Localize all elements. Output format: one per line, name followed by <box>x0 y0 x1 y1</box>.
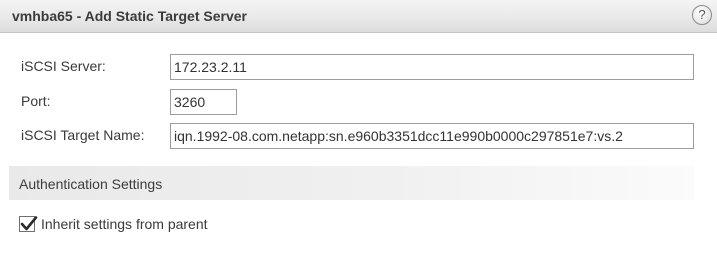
iscsi-server-input[interactable] <box>170 54 694 80</box>
help-glyph: ? <box>698 7 706 22</box>
inherit-settings-label: Inherit settings from parent <box>41 216 208 232</box>
iscsi-server-label: iSCSI Server: <box>21 58 106 74</box>
inherit-settings-checkbox[interactable] <box>19 216 38 232</box>
dialog-title: vmhba65 - Add Static Target Server <box>12 8 247 24</box>
authentication-settings-header: Authentication Settings <box>9 166 694 200</box>
target-name-input[interactable] <box>170 123 694 149</box>
port-input[interactable] <box>170 89 237 115</box>
dialog-title-bar[interactable]: vmhba65 - Add Static Target Server ? <box>0 0 717 33</box>
target-name-label: iSCSI Target Name: <box>21 127 145 143</box>
port-label: Port: <box>21 93 51 109</box>
add-static-target-dialog: vmhba65 - Add Static Target Server ? iSC… <box>0 0 717 276</box>
checkmark-icon <box>20 216 38 231</box>
help-icon[interactable]: ? <box>692 5 712 25</box>
authentication-settings-title: Authentication Settings <box>19 176 163 192</box>
